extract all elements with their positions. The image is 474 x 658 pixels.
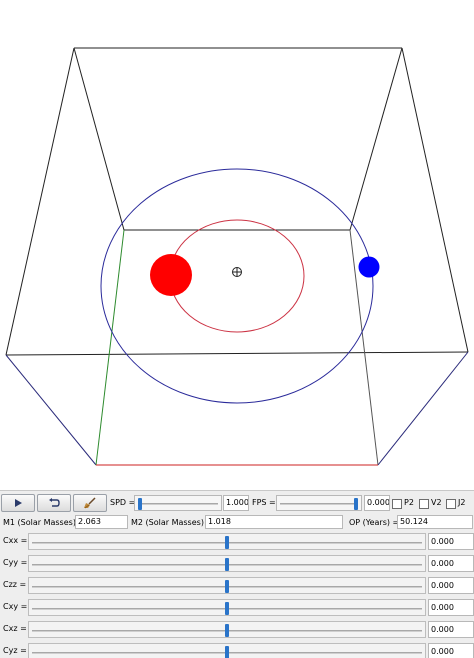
tensor-row: Cxy = 0.000 — [0, 596, 474, 618]
box-edge — [5, 354, 97, 466]
z-axis — [95, 229, 125, 466]
clear-trails-button[interactable] — [73, 494, 107, 512]
box-edge — [5, 47, 75, 356]
speed-slider-thumb[interactable] — [137, 498, 142, 510]
box-edge — [401, 47, 469, 353]
toolbar: SPD = 1.000 FPS = 0.000 P2 V2 J2 — [0, 491, 474, 515]
p2-label: P2 — [404, 498, 414, 507]
tensor-label: Cyy = — [3, 558, 28, 567]
m2-field[interactable]: 1.018 — [205, 515, 343, 529]
tensor-label: Cxy = — [3, 602, 28, 611]
tensor-label: Czz = — [3, 580, 27, 589]
broom-icon — [84, 497, 96, 509]
simulation-viewport[interactable] — [0, 0, 474, 490]
tensor-slider-thumb[interactable] — [225, 580, 229, 593]
tensor-row: Cyy = 0.000 — [0, 552, 474, 574]
tensor-label: Cxx = — [3, 536, 28, 545]
tensor-value[interactable]: 0.000 — [428, 621, 474, 638]
tensor-row: Czz = 0.000 — [0, 574, 474, 596]
play-button[interactable] — [1, 494, 35, 512]
fps-label: FPS = — [252, 498, 276, 507]
tensor-row: Cxx = 0.000 — [0, 530, 474, 552]
speed-slider-track — [138, 503, 218, 505]
speed-value[interactable]: 1.000 — [223, 495, 249, 511]
j2-label: J2 — [458, 498, 466, 507]
reset-icon — [49, 498, 60, 507]
tensor-value[interactable]: 0.000 — [428, 533, 474, 550]
tensor-slider[interactable] — [28, 555, 426, 572]
tensor-slider-thumb[interactable] — [225, 558, 229, 571]
tensor-row: Cyz = 0.000 — [0, 640, 474, 658]
box-edge — [73, 47, 125, 231]
m1-label: M1 (Solar Masses) = — [3, 518, 86, 527]
tensor-value[interactable]: 0.000 — [428, 599, 474, 616]
tensor-slider[interactable] — [28, 643, 426, 658]
tensor-slider[interactable] — [28, 621, 426, 638]
tensor-slider-thumb[interactable] — [225, 646, 229, 658]
tensor-label: Cyz = — [3, 646, 27, 655]
j2-checkbox[interactable] — [446, 499, 456, 509]
speed-slider[interactable] — [134, 495, 222, 511]
box-edge — [5, 351, 469, 356]
tensor-slider-thumb[interactable] — [225, 536, 229, 549]
play-icon — [15, 499, 22, 507]
m2-label: M2 (Solar Masses) = — [131, 518, 214, 527]
tensor-slider-thumb[interactable] — [225, 624, 229, 637]
v2-checkbox[interactable] — [419, 499, 429, 509]
tensor-label: Cxz = — [3, 624, 27, 633]
mass-row: M1 (Solar Masses) = 2.063 M2 (Solar Mass… — [0, 514, 474, 530]
v2-label: V2 — [431, 498, 442, 507]
tensor-value[interactable]: 0.000 — [428, 577, 474, 594]
op-field[interactable]: 50.124 — [397, 515, 473, 529]
p2-checkbox[interactable] — [392, 499, 402, 509]
m1-field[interactable]: 2.063 — [75, 515, 128, 529]
tensor-slider[interactable] — [28, 533, 426, 550]
fps-slider-track — [280, 503, 358, 505]
tensor-slider[interactable] — [28, 599, 426, 616]
tensor-value[interactable]: 0.000 — [428, 555, 474, 572]
box-edge — [377, 351, 469, 466]
fps-slider-thumb[interactable] — [354, 498, 359, 510]
star-1 — [150, 254, 192, 296]
star-2 — [358, 256, 380, 278]
box-edge — [349, 47, 403, 231]
fps-slider[interactable] — [276, 495, 362, 511]
outer-orbit — [100, 168, 374, 404]
fps-value[interactable]: 0.000 — [364, 495, 390, 511]
control-panel: SPD = 1.000 FPS = 0.000 P2 V2 J2 M1 (Sol… — [0, 490, 474, 658]
op-label: OP (Years) = — [349, 518, 400, 527]
tensor-slider[interactable] — [28, 577, 426, 594]
orbit-scene — [5, 47, 469, 466]
tensor-slider-thumb[interactable] — [225, 602, 229, 615]
tensor-row: Cxz = 0.000 — [0, 618, 474, 640]
tensor-value[interactable]: 0.000 — [428, 643, 474, 658]
speed-label: SPD = — [110, 498, 136, 507]
reset-button[interactable] — [37, 494, 71, 512]
